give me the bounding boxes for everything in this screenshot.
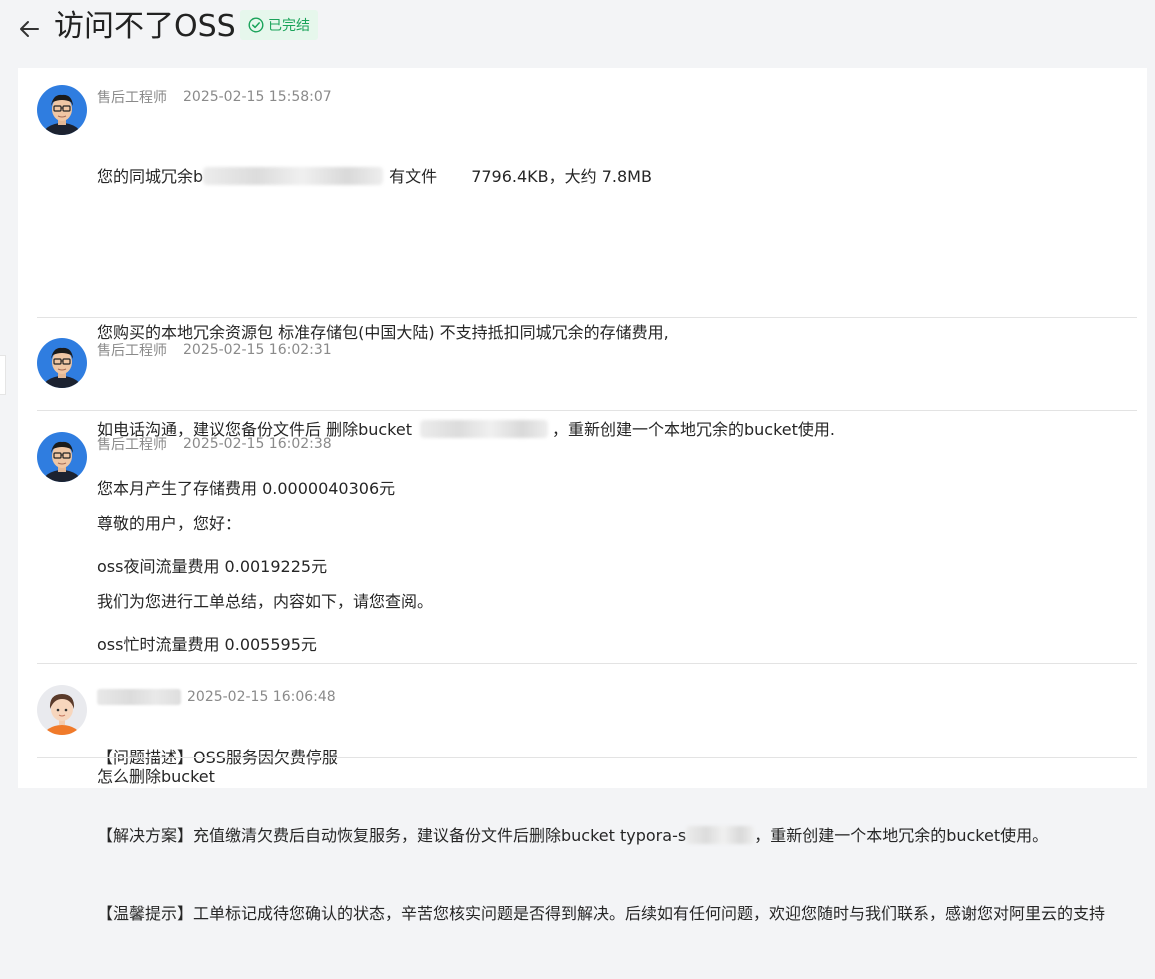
user-avatar <box>37 685 87 735</box>
conversation-card: 售后工程师 2025-02-15 15:58:07 您的同城冗余b 有文件 7796… <box>18 68 1147 923</box>
message-time: 2025-02-15 15:58:07 <box>183 89 332 105</box>
message-divider <box>37 663 1137 664</box>
check-circle-icon <box>248 17 264 33</box>
message-time: 2025-02-15 16:02:31 <box>183 342 332 358</box>
ticket-header: 访问不了OSS 已完结 <box>0 0 1155 58</box>
status-badge: 已完结 <box>240 10 318 40</box>
message-author: 售后工程师 <box>97 437 167 453</box>
back-button[interactable] <box>14 14 44 44</box>
side-handle[interactable] <box>0 355 6 395</box>
message-author: 售后工程师 <box>97 90 167 106</box>
message-time: 2025-02-15 16:06:48 <box>187 689 336 705</box>
message-time: 2025-02-15 16:02:38 <box>183 436 332 452</box>
message-divider <box>37 317 1137 318</box>
status-label: 已完结 <box>268 18 310 34</box>
page-title: 访问不了OSS <box>54 9 236 44</box>
message-body: 怎么删除bucket <box>97 767 215 786</box>
message-divider <box>37 757 1137 758</box>
message-author: 售后工程师 <box>97 343 167 359</box>
redacted-user-name <box>97 689 181 705</box>
arrow-left-icon <box>20 21 39 37</box>
engineer-avatar <box>37 432 87 482</box>
engineer-avatar <box>37 338 87 388</box>
redacted-text <box>420 420 548 438</box>
redacted-text <box>203 167 384 185</box>
engineer-avatar <box>37 85 87 135</box>
message-divider <box>37 410 1137 411</box>
